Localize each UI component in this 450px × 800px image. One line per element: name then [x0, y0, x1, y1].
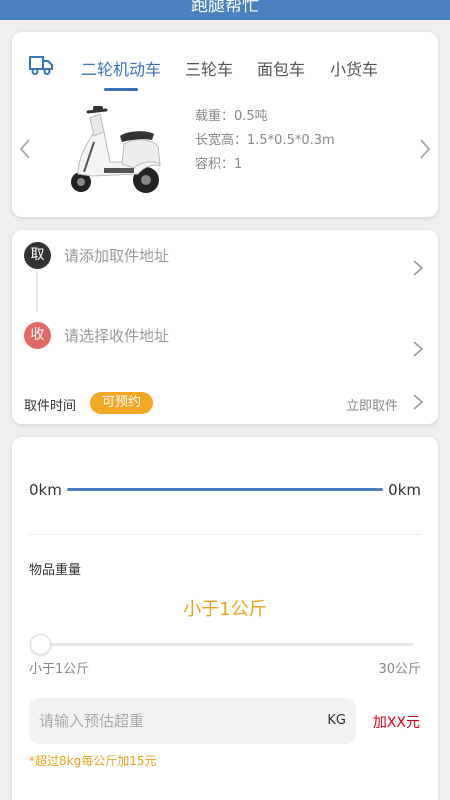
overweight-input-box: KG [29, 698, 356, 744]
overweight-input[interactable] [39, 698, 309, 744]
reservable-badge[interactable]: 可预约 [90, 392, 154, 414]
weight-slider-track[interactable] [40, 643, 414, 646]
spec-size: 长宽高：1.5*0.5*0.3m [195, 133, 335, 148]
surcharge-amount: 加XX元 [372, 715, 420, 731]
spec-volume: 容积：1 [195, 157, 243, 172]
tab-two-wheeler[interactable]: 二轮机动车 [81, 56, 161, 80]
tab-van[interactable]: 面包车 [257, 56, 305, 80]
chevron-left-icon[interactable] [16, 136, 36, 162]
spec-load: 载重：0.5吨 [195, 109, 268, 124]
order-detail-card: 0km 0km 物品重量 小于1公斤 小于1公斤 30公斤 KG 加XX元 *超… [12, 437, 438, 800]
address-card: 取 请添加取件地址 收 请选择收件地址 取件时间 可预约 立即取件 [12, 230, 438, 424]
app-header: 跑腿帮忙 [0, 0, 450, 20]
address-connector [36, 272, 38, 312]
weight-unit: KG [327, 713, 346, 728]
receive-badge: 收 [24, 322, 51, 349]
chevron-right-icon[interactable] [412, 340, 424, 358]
pickup-address-input[interactable]: 请添加取件地址 [64, 245, 169, 266]
weight-range-max: 30公斤 [378, 662, 421, 677]
vehicle-card: 二轮机动车 三轮车 面包车 小货车 载重：0.5吨 长宽高：1.5*0.5*0.… [12, 32, 438, 217]
weight-range-min: 小于1公斤 [29, 662, 90, 677]
tab-small-truck[interactable]: 小货车 [330, 56, 378, 80]
divider [29, 534, 421, 535]
active-tab-indicator [104, 88, 138, 91]
chevron-right-icon[interactable] [412, 393, 424, 411]
receive-address-input[interactable]: 请选择收件地址 [64, 325, 169, 346]
pickup-badge: 取 [24, 242, 51, 269]
surcharge-note: *超过8kg每公斤加15元 [29, 754, 157, 768]
pickup-time-label: 取件时间 [24, 399, 77, 414]
pickup-now-option[interactable]: 立即取件 [346, 395, 398, 414]
weight-label: 物品重量 [29, 563, 82, 578]
truck-icon [29, 56, 53, 75]
scooter-image [71, 106, 161, 193]
page-title: 跑腿帮忙 [191, 0, 259, 16]
distance-line [67, 488, 383, 491]
chevron-right-icon[interactable] [414, 136, 434, 162]
chevron-right-icon[interactable] [412, 259, 424, 277]
distance-end: 0km [388, 481, 421, 499]
tab-tricycle[interactable]: 三轮车 [185, 56, 233, 80]
weight-slider-thumb[interactable] [30, 634, 51, 655]
distance-start: 0km [29, 481, 62, 499]
weight-value: 小于1公斤 [183, 599, 267, 620]
